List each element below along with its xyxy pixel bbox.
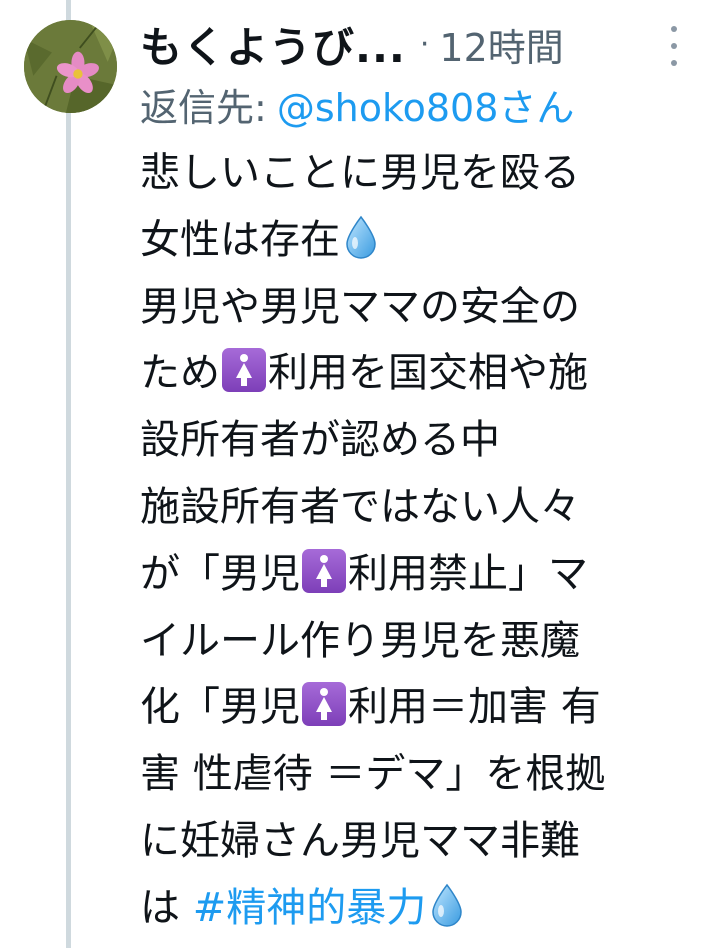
tweet-text-line: は #精神的暴力 (140, 875, 715, 942)
more-vertical-icon[interactable] (664, 26, 684, 66)
tweet-text-segment: 悲しいことに男児を殴る (140, 150, 580, 196)
cosmos-flower-avatar-icon (24, 20, 117, 113)
droplet-icon (344, 215, 378, 259)
womens-room-icon (302, 548, 346, 593)
womens-room-icon (302, 682, 346, 727)
tweet-text-line: 施設所有者ではない人々 (140, 474, 715, 541)
tweet-text-line: 化「男児 利用＝加害 有 (140, 674, 715, 741)
reply-mention-link[interactable]: @shoko808さん (277, 77, 575, 132)
tweet-text-line: に妊婦さん男児ママ非難 (140, 808, 715, 875)
reply-label: 返信先: (140, 85, 267, 130)
header-separator: · (419, 26, 430, 62)
avatar[interactable] (24, 20, 117, 113)
timestamp[interactable]: 12時間 (439, 17, 563, 72)
reply-context: 返信先: @shoko808さん (140, 76, 574, 132)
hashtag-link[interactable]: #精神的暴力 (193, 885, 427, 931)
tweet-text-line: 男児や男児ママの安全の (140, 274, 715, 341)
author-name[interactable]: もくようび... (140, 14, 406, 75)
tweet-text-segment: 施設所有者ではない人々 (140, 483, 580, 530)
tweet-text-segment: 設所有者が認める中 (140, 417, 500, 464)
tweet-text-segment: 害 性虐待 ＝デマ」を根拠 (140, 751, 606, 798)
tweet-text-segment: 利用禁止」マ (348, 550, 588, 597)
tweet-text-line: ため 利用を国交相や施 (140, 340, 715, 407)
tweet-text-line: 悲しいことに男児を殴る (140, 140, 715, 207)
tweet-text-segment: 男児や男児ママの安全の (140, 283, 580, 330)
tweet-text-segment: 利用を国交相や施 (268, 350, 588, 397)
thread-connector-line (66, 0, 71, 948)
tweet-text-line: 設所有者が認める中 (140, 407, 715, 474)
tweet-text-segment: ため (140, 350, 220, 397)
tweet-text-segment: イルール作り男児を悪魔 (140, 617, 580, 664)
tweet-text-line: 害 性虐待 ＝デマ」を根拠 (140, 741, 715, 808)
tweet-text-segment: が「男児 (140, 550, 300, 597)
tweet-text-line: 女性は存在 (140, 207, 715, 274)
tweet-text-line: が「男児 利用禁止」マ (140, 541, 715, 608)
tweet-text-segment: に妊婦さん男児ママ非難 (140, 817, 580, 864)
womens-room-icon (222, 348, 266, 393)
tweet-text: 悲しいことに男児を殴る 女性は存在男児や男児ママの安全の ため 利用を国交相や施設所有… (140, 140, 715, 942)
tweet-text-line: イルール作り男児を悪魔 (140, 608, 715, 675)
tweet-header: もくようび... · 12時間 (140, 12, 700, 76)
tweet-text-segment: 利用＝加害 有 (348, 684, 601, 731)
tweet-text-segment: は (140, 884, 193, 931)
tweet-text-segment: 女性は存在 (140, 216, 340, 263)
droplet-icon (430, 883, 464, 927)
tweet-text-segment: 化「男児 (140, 684, 300, 731)
